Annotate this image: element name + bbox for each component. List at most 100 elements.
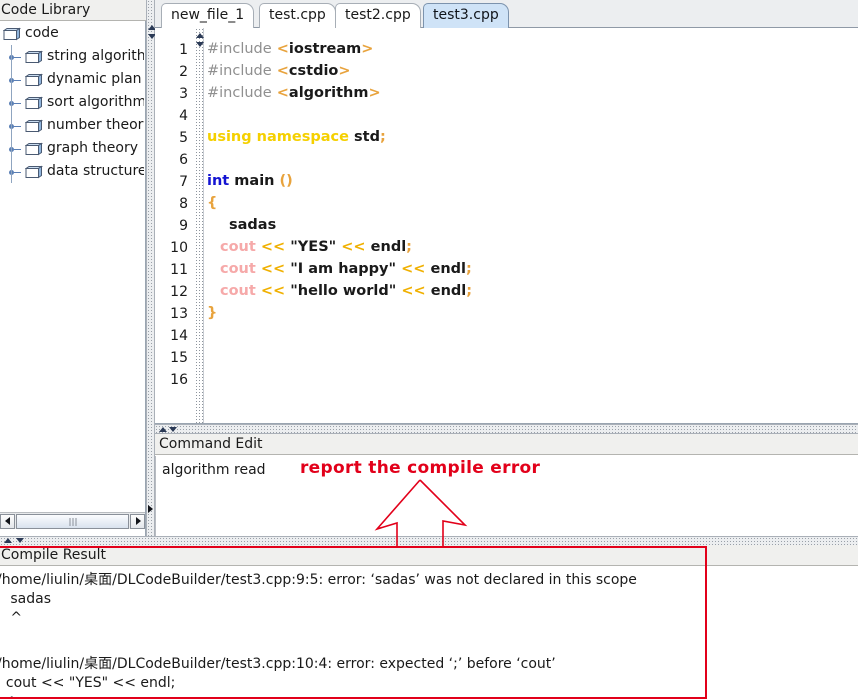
token-close-brace: } (207, 305, 218, 321)
compile-result-panel: Compile Result /home/liulin/桌面/DLCodeBui… (0, 545, 858, 699)
line-number: 7 (179, 174, 188, 190)
command-edit-title: Command Edit (155, 434, 858, 455)
token-shift: << (260, 239, 286, 255)
tab-test2-cpp[interactable]: test2.cpp (335, 3, 421, 28)
tab-new_file_1[interactable]: new_file_1 (161, 3, 255, 28)
token-header-algorithm: algorithm (288, 85, 369, 101)
token-header-cstdio: cstdio (288, 63, 339, 79)
folder-icon (25, 142, 43, 156)
splitter-collapse-down-icon[interactable] (169, 427, 177, 432)
scroll-left-icon[interactable] (0, 513, 15, 529)
scroll-right-icon[interactable] (130, 513, 145, 529)
line-number: 3 (179, 86, 188, 102)
tree-node-code[interactable]: code (0, 22, 144, 45)
sidebar-item-string-algorithm[interactable]: string algorithm (0, 45, 144, 68)
splitter-scroll-right-icon[interactable] (148, 505, 153, 513)
code-line-1: #include <iostream> (207, 41, 373, 57)
code-library-tree[interactable]: code string algorithm (0, 22, 144, 512)
expand-handle-icon[interactable] (8, 114, 25, 137)
folder-icon (25, 96, 43, 110)
line-number: 15 (170, 350, 188, 366)
compile-error-line: sadas (0, 591, 51, 607)
code-line-3: #include <algorithm> (207, 85, 381, 101)
token-shift: << (260, 261, 286, 277)
token-include: #include (207, 41, 272, 57)
token-string-yes: "YES" (290, 239, 337, 255)
sidebar-item-data-structure[interactable]: data structure (0, 160, 144, 183)
expand-handle-icon[interactable] (8, 68, 25, 91)
line-number-gutter: 1 2 3 4 5 6 7 8 9 10 11 12 13 14 15 16 (155, 28, 192, 423)
code-editor[interactable]: 1 2 3 4 5 6 7 8 9 10 11 12 13 14 15 16 #… (155, 28, 858, 424)
token-using-namespace: using namespace (207, 129, 349, 145)
scroll-thumb[interactable] (16, 513, 129, 529)
token-string-happy: "I am happy" (290, 261, 397, 277)
line-number: 6 (179, 152, 188, 168)
token-endl: endl (430, 283, 467, 299)
sidebar-horizontal-scrollbar[interactable] (0, 512, 145, 529)
token-semicolon: ; (406, 239, 412, 255)
token-semicolon: ; (466, 283, 473, 299)
token-cout: cout (220, 239, 256, 255)
fold-down-icon[interactable] (196, 42, 204, 47)
code-line-11: cout << "I am happy" << endl; (207, 261, 472, 277)
line-number: 11 (170, 262, 188, 278)
splitter-collapse-up-icon[interactable] (159, 427, 167, 432)
token-include: #include (207, 63, 272, 79)
token-include: #include (207, 85, 272, 101)
line-number: 9 (179, 218, 188, 234)
splitter-collapse-up-icon[interactable] (4, 538, 12, 543)
compile-error-line: /home/liulin/桌面/DLCodeBuilder/test3.cpp:… (0, 656, 556, 672)
folder-icon (25, 119, 43, 133)
line-number: 4 (179, 108, 188, 124)
line-number: 12 (170, 284, 188, 300)
code-builder-window: Code Library code string algorith dynami… (0, 0, 858, 699)
sidebar-item-number-theory[interactable]: number theory (0, 114, 144, 137)
token-shift: << (260, 283, 286, 299)
code-text-area[interactable]: #include <iostream> #include <cstdio> #i… (207, 28, 847, 423)
line-number: 1 (179, 42, 188, 58)
line-number: 10 (170, 240, 188, 256)
horizontal-splitter[interactable] (155, 424, 858, 434)
tab-test3-cpp[interactable]: test3.cpp (423, 3, 509, 28)
folder-icon (3, 27, 21, 41)
splitter-collapse-down-icon[interactable] (16, 538, 24, 543)
compile-error-line: ^ (10, 610, 23, 626)
compile-result-body[interactable]: /home/liulin/桌面/DLCodeBuilder/test3.cpp:… (0, 567, 858, 699)
token-lt: < (276, 63, 289, 79)
code-line-10: cout << "YES" << endl; (207, 239, 412, 255)
token-shift: << (401, 283, 426, 299)
token-main: main (234, 173, 275, 189)
sidebar-item-dynamic-plan[interactable]: dynamic plan (0, 68, 144, 91)
token-sadas: sadas (229, 217, 277, 233)
tree-node-label: number theory (47, 117, 144, 133)
token-endl: endl (370, 239, 407, 255)
code-line-8: { (207, 195, 217, 211)
code-line-5: using namespace std; (207, 129, 386, 145)
expand-handle-icon[interactable] (8, 137, 25, 160)
tree-node-label: dynamic plan (47, 71, 142, 87)
fold-up-icon[interactable] (196, 33, 204, 38)
expand-handle-icon[interactable] (8, 160, 25, 183)
code-line-13: } (207, 305, 217, 321)
tree-node-label: string algorithm (47, 48, 144, 64)
line-number: 16 (170, 372, 188, 388)
token-shift: << (401, 261, 426, 277)
expand-handle-icon[interactable] (8, 91, 25, 114)
code-line-12: cout << "hello world" << endl; (207, 283, 472, 299)
code-library-title: Code Library (0, 0, 146, 21)
sidebar-item-sort-algorithm[interactable]: sort algorithm (0, 91, 144, 114)
expand-handle-icon[interactable] (8, 45, 25, 68)
line-number: 13 (170, 306, 188, 322)
bottom-splitter[interactable] (0, 536, 858, 545)
line-number: 8 (179, 196, 188, 212)
tree-node-label: sort algorithm (47, 94, 144, 110)
compile-error-line: ^ (0, 695, 18, 699)
sidebar-item-graph-theory[interactable]: graph theory (0, 137, 144, 160)
compile-error-line: /home/liulin/桌面/DLCodeBuilder/test3.cpp:… (0, 572, 637, 588)
vertical-splitter[interactable] (146, 0, 156, 536)
tab-test-cpp[interactable]: test.cpp (259, 3, 336, 28)
token-semicolon: ; (379, 129, 386, 145)
token-lt: < (276, 41, 289, 57)
code-line-9: sadas (207, 217, 276, 233)
code-folding-rail[interactable] (195, 28, 204, 423)
